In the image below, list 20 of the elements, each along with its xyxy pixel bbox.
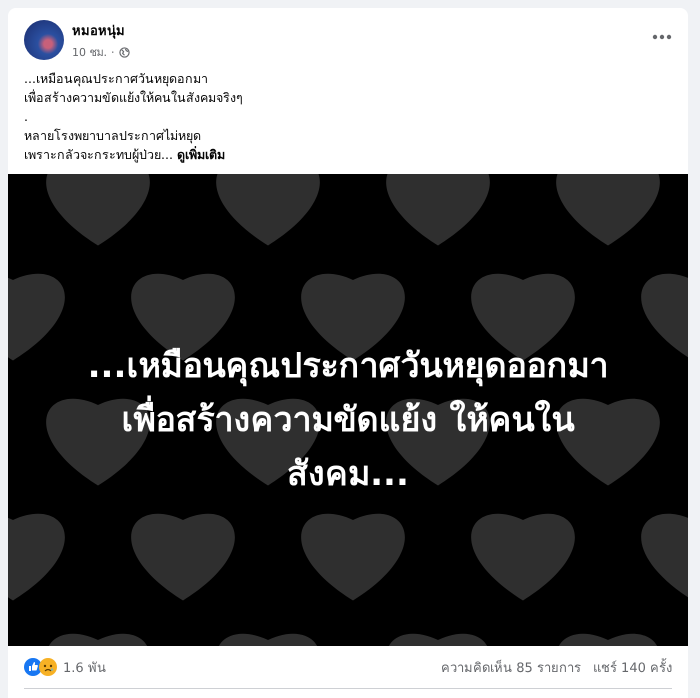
reaction-count[interactable]: 1.6 พัน xyxy=(63,656,106,678)
post-time[interactable]: 10 ชม. xyxy=(72,43,107,61)
image-caption-line: สังคม... xyxy=(287,453,409,496)
more-options-icon[interactable] xyxy=(652,34,672,40)
post-text-line: ...เหมือนคุณประกาศวันหยุดอกมา xyxy=(24,70,209,88)
see-more-link[interactable]: ดูเพิ่มเติม xyxy=(176,147,225,162)
globe-icon xyxy=(118,46,130,58)
post-text-line: เพราะกลัวจะกระทบผู้ป่วย... ดูเพิ่มเติม xyxy=(24,145,226,164)
sad-reaction-icon[interactable] xyxy=(39,658,57,676)
image-caption-line: เพื่อสร้างความขัดแย้ง ให้คนใน xyxy=(122,393,574,447)
avatar[interactable] xyxy=(24,20,64,60)
comment-count[interactable]: ความคิดเห็น 85 รายการ xyxy=(441,656,581,678)
author-name[interactable]: หมอหนุ่ม xyxy=(72,20,644,41)
post-text-line: . xyxy=(24,108,29,126)
separator: · xyxy=(111,46,114,58)
post-text-line: หลายโรงพยาบาลประกาศไม่หยุด xyxy=(24,127,202,145)
share-count[interactable]: แชร์ 140 ครั้ง xyxy=(592,656,672,678)
image-caption-line: ...เหมือนคุณประกาศวันหยุดออกมา xyxy=(88,345,608,388)
post-text-line: เพื่อสร้างความขัดแย้งให้คนในสังคมจริงๆ xyxy=(24,88,244,107)
post-image[interactable]: ...เหมือนคุณประกาศวันหยุดออกมา เพื่อสร้างความขัดแย้ง ให้คนใน สังคม... xyxy=(8,174,688,646)
